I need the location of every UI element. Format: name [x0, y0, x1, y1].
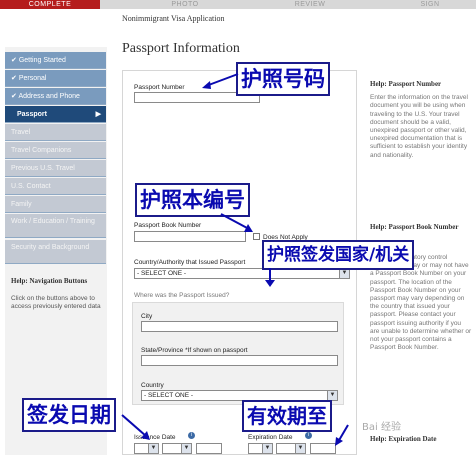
sidebar-item-us-contact[interactable]: U.S. Contact: [5, 178, 106, 195]
watermark: Bai 经验: [362, 422, 401, 433]
step-photo[interactable]: PHOTO: [150, 0, 220, 9]
passport-book-label: Passport Book Number: [134, 222, 202, 229]
annotation-expiration-date: 有效期至: [242, 400, 332, 432]
sidebar-item-getting-started[interactable]: ✔ Getting Started: [5, 52, 106, 69]
annotation-arrow: [220, 213, 253, 232]
step-sign[interactable]: SIGN: [395, 0, 465, 9]
annotation-arrow: [265, 268, 275, 287]
progress-steps: COMPLETE PHOTO REVIEW SIGN: [0, 0, 476, 9]
issuance-day-select[interactable]: ▼: [134, 443, 159, 454]
chevron-down-icon: ▼: [262, 444, 272, 453]
chevron-down-icon: ▼: [148, 444, 158, 453]
help-expiration-title: Help: Expiration Date: [370, 435, 437, 443]
breadcrumb: Nonimmigrant Visa Application: [122, 14, 225, 23]
city-input[interactable]: [141, 321, 338, 332]
sidebar-item-personal[interactable]: ✔ Personal: [5, 70, 106, 87]
expiration-month-select[interactable]: ▼: [276, 443, 306, 454]
help-passport-number: Help: Passport Number Enter the informat…: [370, 80, 472, 160]
sidebar-item-address-phone[interactable]: ✔ Address and Phone: [5, 88, 106, 105]
expiration-day-select[interactable]: ▼: [248, 443, 273, 454]
does-not-apply-checkbox[interactable]: [253, 233, 260, 240]
state-input[interactable]: [141, 355, 338, 366]
city-label: City: [141, 313, 153, 320]
sidebar-item-passport[interactable]: Passport ▶: [5, 106, 106, 123]
issued-where-label: Where was the Passport Issued?: [134, 292, 230, 299]
chevron-down-icon: ▼: [295, 444, 305, 453]
help-navigation: Help: Navigation Buttons Click on the bu…: [11, 277, 103, 311]
help-navigation-text: Click on the buttons above to access pre…: [11, 295, 101, 310]
sidebar-item-previous-us-travel[interactable]: Previous U.S. Travel: [5, 160, 106, 177]
chevron-right-icon: ▶: [95, 111, 101, 118]
chevron-down-icon: ▼: [181, 444, 191, 453]
annotation-arrow: [121, 414, 150, 440]
check-icon: ✔: [11, 57, 19, 64]
step-complete[interactable]: COMPLETE: [0, 0, 100, 9]
sidebar-item-work-education[interactable]: Work / Education / Training: [5, 214, 106, 238]
annotation-issuing-authority: 护照签发国家/机关: [262, 240, 415, 270]
help-passport-number-text: Enter the information on the travel docu…: [370, 94, 468, 159]
annotation-arrow: [335, 424, 349, 446]
sidebar-item-travel[interactable]: Travel: [5, 124, 106, 141]
chevron-down-icon: ▼: [327, 391, 337, 400]
info-icon[interactable]: i: [305, 432, 312, 439]
page: COMPLETE PHOTO REVIEW SIGN ✔ Getting Sta…: [0, 0, 476, 455]
sidebar-item-travel-companions[interactable]: Travel Companions: [5, 142, 106, 159]
country-authority-label: Country/Authority that Issued Passport: [134, 259, 246, 266]
page-title: Passport Information: [122, 41, 240, 56]
state-label: State/Province *If shown on passport: [141, 347, 248, 354]
issuance-month-select[interactable]: ▼: [162, 443, 192, 454]
help-passport-book-title: Help: Passport Book Number: [370, 223, 459, 231]
check-icon: ✔: [11, 75, 19, 82]
expiration-date-label: Expiration Date: [248, 434, 293, 441]
annotation-passport-number: 护照号码: [236, 62, 330, 96]
issuance-year-input[interactable]: [196, 443, 222, 454]
annotation-arrow: [202, 73, 239, 89]
step-review[interactable]: REVIEW: [275, 0, 345, 9]
info-icon[interactable]: i: [188, 432, 195, 439]
sidebar-item-security[interactable]: Security and Background: [5, 240, 106, 264]
chevron-down-icon: ▼: [339, 269, 349, 278]
sidebar-item-family[interactable]: Family: [5, 196, 106, 213]
passport-number-label: Passport Number: [134, 84, 185, 91]
country-label: Country: [141, 382, 164, 389]
help-navigation-title: Help: Navigation Buttons: [11, 277, 88, 285]
help-passport-number-title: Help: Passport Number: [370, 80, 442, 88]
annotation-issuance-date: 签发日期: [22, 398, 116, 432]
